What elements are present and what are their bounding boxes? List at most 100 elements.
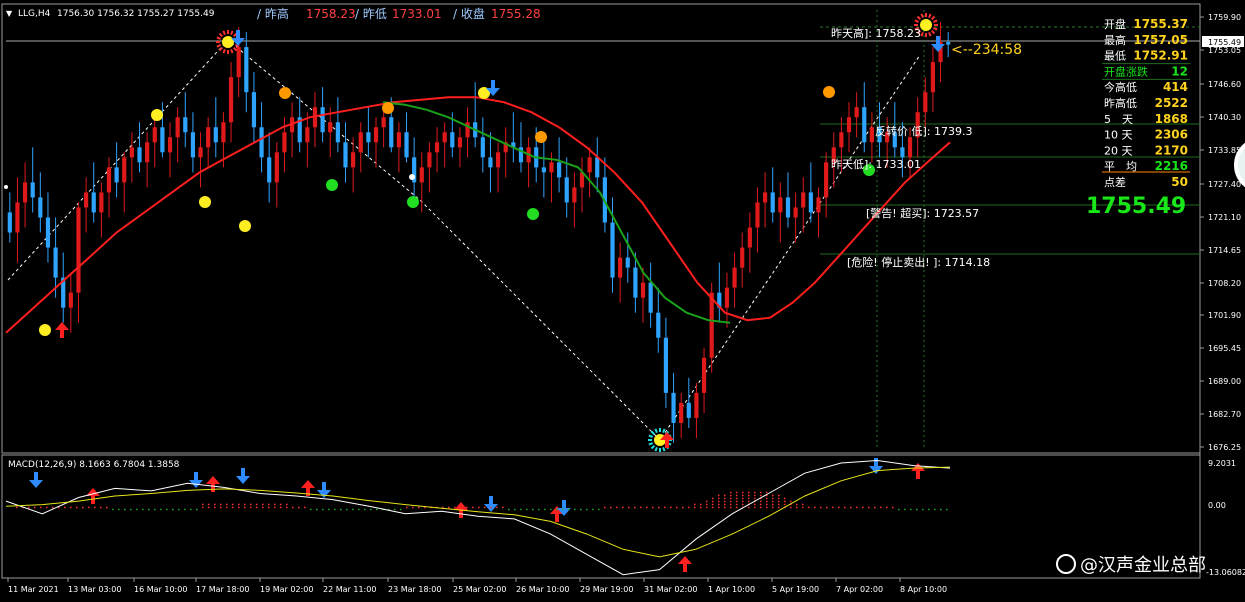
starburst-ray bbox=[222, 30, 226, 35]
macd-histogram-dot bbox=[760, 494, 762, 497]
macd-histogram-dot bbox=[724, 494, 726, 497]
macd-histogram-dot bbox=[784, 497, 786, 500]
macd-histogram-dot bbox=[736, 500, 738, 503]
bar-countdown: <--234:58 bbox=[951, 42, 1022, 58]
macd-histogram-dot bbox=[46, 506, 48, 509]
macd-histogram-dot bbox=[760, 491, 762, 494]
candle-body bbox=[442, 132, 447, 143]
candle-body bbox=[373, 127, 379, 143]
macd-histogram-dot bbox=[136, 508, 138, 511]
macd-histogram-dot bbox=[316, 508, 318, 511]
weibo-logo-icon bbox=[1056, 554, 1076, 574]
candle-body bbox=[76, 207, 81, 293]
info-row-label: 10 天 bbox=[1104, 129, 1133, 142]
candle-body bbox=[587, 157, 592, 173]
macd-histogram-dot bbox=[52, 506, 54, 509]
macd-signal-line bbox=[5, 466, 951, 558]
time-tick-label: 19 Mar 02:00 bbox=[260, 585, 313, 594]
zigzag-dashed-line bbox=[7, 39, 921, 441]
macd-histogram-dot bbox=[298, 506, 300, 509]
macd-histogram-dot bbox=[172, 508, 174, 511]
macd-histogram-dot bbox=[262, 503, 264, 506]
info-row-value: 50 bbox=[1171, 175, 1188, 189]
macd-histogram-dot bbox=[652, 506, 654, 509]
starburst-ray bbox=[933, 19, 938, 23]
macd-histogram-dot bbox=[856, 506, 858, 509]
macd-line bbox=[5, 459, 951, 576]
time-tick-label: 29 Mar 19:00 bbox=[580, 585, 633, 594]
macd-histogram-dot bbox=[826, 506, 828, 509]
collapse-triangle-icon[interactable]: ▼ bbox=[6, 9, 13, 18]
macd-histogram-dot bbox=[658, 506, 660, 509]
macd-histogram-dot bbox=[748, 491, 750, 494]
time-tick-label: 13 Mar 03:00 bbox=[68, 585, 121, 594]
candle-body bbox=[22, 182, 28, 203]
macd-histogram-dot bbox=[760, 503, 762, 506]
candle-body bbox=[480, 137, 485, 158]
candle-body bbox=[564, 177, 569, 203]
info-row-value: 1868 bbox=[1155, 112, 1188, 126]
macd-histogram-dot bbox=[400, 508, 402, 511]
candle-body bbox=[122, 157, 127, 183]
macd-histogram-dot bbox=[946, 508, 948, 511]
candle-body bbox=[557, 162, 562, 178]
macd-histogram-dot bbox=[718, 497, 720, 500]
macd-histogram-dot bbox=[334, 508, 336, 511]
macd-histogram-dot bbox=[772, 497, 774, 500]
candle-body bbox=[572, 187, 577, 203]
candle-body bbox=[755, 202, 760, 228]
starburst-ray bbox=[654, 447, 658, 452]
current-price-tag: 1755.49 bbox=[1202, 36, 1244, 47]
macd-histogram-dot bbox=[268, 506, 270, 509]
candle-body bbox=[236, 47, 241, 78]
signal-dot-icon bbox=[39, 324, 51, 336]
level-label-prev-low: 昨天低]: 1733.01 bbox=[831, 158, 921, 171]
candle-body bbox=[335, 122, 340, 143]
signal-dot-icon bbox=[326, 179, 338, 191]
macd-histogram-dot bbox=[226, 503, 228, 506]
macd-histogram-dot bbox=[712, 497, 714, 500]
candle-body bbox=[694, 392, 699, 418]
candle-body bbox=[793, 207, 798, 218]
macd-histogram-dot bbox=[76, 506, 78, 509]
price-tick-label: 1701.90 bbox=[1208, 311, 1241, 320]
starburst-ray bbox=[662, 428, 666, 433]
macd-histogram-dot bbox=[748, 494, 750, 497]
candle-body bbox=[762, 192, 768, 203]
macd-histogram-dot bbox=[292, 506, 294, 509]
macd-histogram-dot bbox=[766, 506, 768, 509]
macd-histogram-dot bbox=[226, 506, 228, 509]
macd-histogram-dot bbox=[748, 500, 750, 503]
main-panel-border bbox=[1, 3, 1201, 454]
macd-histogram-dot bbox=[586, 508, 588, 511]
macd-histogram-dot bbox=[766, 500, 768, 503]
macd-histogram-dot bbox=[670, 506, 672, 509]
macd-histogram-dot bbox=[736, 491, 738, 494]
candle-body bbox=[30, 182, 35, 198]
macd-histogram-dot bbox=[754, 506, 756, 509]
info-row-value: 2306 bbox=[1155, 128, 1188, 142]
macd-histogram-dot bbox=[214, 506, 216, 509]
macd-histogram-dot bbox=[742, 494, 744, 497]
candle-body bbox=[320, 107, 325, 133]
macd-histogram-dot bbox=[460, 506, 462, 509]
macd-histogram-dot bbox=[148, 508, 150, 511]
macd-histogram-dot bbox=[862, 506, 864, 509]
info-row-label: 5 天 bbox=[1104, 113, 1133, 126]
macd-histogram-dot bbox=[796, 506, 798, 509]
macd-histogram-dot bbox=[610, 506, 612, 509]
candle-body bbox=[114, 167, 119, 183]
starburst-ray bbox=[933, 27, 938, 31]
candle-body bbox=[900, 147, 905, 158]
starburst-ray bbox=[650, 430, 656, 436]
macd-histogram-dot bbox=[88, 506, 90, 509]
macd-histogram-dot bbox=[490, 506, 492, 509]
macd-histogram-dot bbox=[760, 506, 762, 509]
candle-body bbox=[389, 117, 394, 148]
candle-body bbox=[625, 257, 630, 268]
arrow-shape bbox=[55, 322, 69, 338]
macd-histogram-dot bbox=[802, 506, 804, 509]
candle-body bbox=[396, 132, 401, 148]
macd-histogram-dot bbox=[640, 506, 642, 509]
price-tick-label: 1676.25 bbox=[1208, 443, 1241, 452]
